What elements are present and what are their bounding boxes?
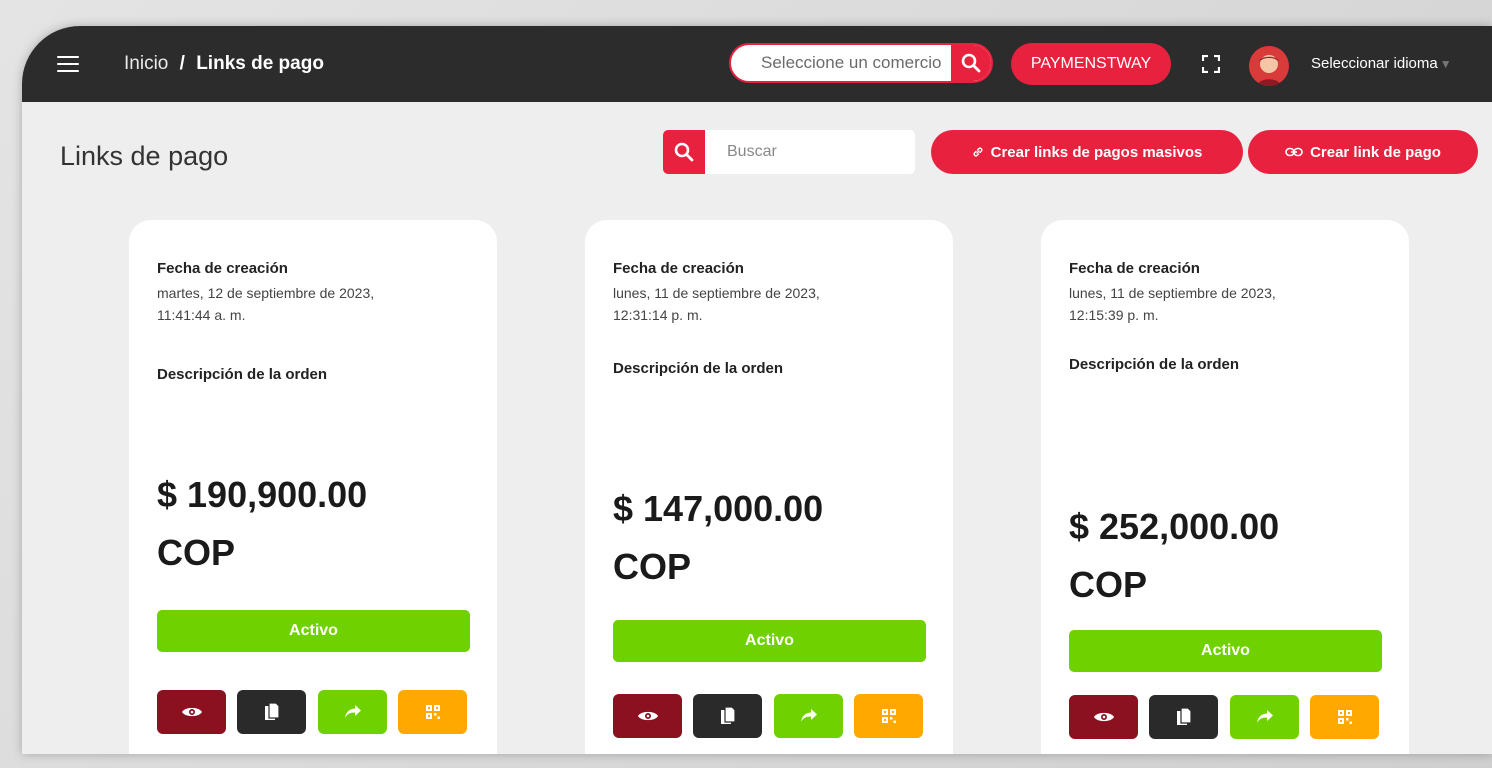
search-button[interactable]	[663, 130, 705, 174]
order-description-label: Descripción de la orden	[157, 366, 328, 383]
order-description-label: Descripción de la orden	[613, 360, 784, 377]
search-icon	[674, 142, 694, 162]
copy-button[interactable]	[1149, 695, 1218, 739]
creation-date-line2: 12:31:14 p. m.	[613, 307, 703, 323]
creation-date-line1: martes, 12 de septiembre de 2023,	[157, 285, 375, 301]
link-icon	[1285, 147, 1303, 157]
language-label: Seleccionar idioma	[1311, 55, 1438, 72]
eye-icon	[1093, 712, 1114, 722]
page-title: Links de pago	[60, 141, 229, 171]
eye-icon	[637, 711, 658, 721]
payment-amount: $ 147,000.00	[613, 488, 824, 529]
payment-amount: $ 190,900.00	[157, 474, 368, 515]
qr-code-icon	[881, 709, 896, 723]
create-link-label: Crear link de pago	[1310, 143, 1441, 161]
qr-code-button[interactable]	[854, 694, 923, 738]
copy-icon	[264, 702, 280, 720]
avatar[interactable]	[1249, 46, 1289, 86]
qr-code-icon	[425, 705, 440, 719]
share-icon	[1256, 710, 1273, 723]
top-navbar: Inicio / Links de pago PAYMENSTWAY Selec…	[22, 26, 1492, 102]
share-button[interactable]	[1230, 695, 1299, 739]
search-box	[663, 130, 915, 174]
status-badge: Activo	[157, 610, 470, 652]
creation-date-line1: lunes, 11 de septiembre de 2023,	[613, 285, 820, 301]
qr-code-icon	[1337, 710, 1352, 724]
merchant-button[interactable]: PAYMENSTWAY	[1011, 43, 1171, 85]
merchant-selector	[729, 43, 993, 83]
qr-code-button[interactable]	[398, 690, 467, 734]
app-window: Inicio / Links de pago PAYMENSTWAY Selec…	[22, 26, 1492, 754]
share-icon	[800, 709, 817, 722]
status-badge: Activo	[613, 620, 926, 662]
copy-button[interactable]	[693, 694, 762, 738]
chevron-down-icon: ▼	[1439, 57, 1452, 71]
creation-date-line1: lunes, 11 de septiembre de 2023,	[1069, 285, 1276, 301]
share-icon	[344, 705, 361, 718]
creation-date-label: Fecha de creación	[613, 260, 744, 277]
menu-icon[interactable]	[57, 56, 79, 74]
avatar-icon	[1249, 46, 1289, 86]
payment-currency: COP	[1069, 564, 1148, 605]
copy-button[interactable]	[237, 690, 306, 734]
payment-amount: $ 252,000.00	[1069, 506, 1280, 547]
payment-currency: COP	[613, 546, 692, 587]
create-mass-links-button[interactable]: Crear links de pagos masivos	[931, 130, 1243, 174]
payment-currency: COP	[157, 532, 236, 573]
share-button[interactable]	[318, 690, 387, 734]
share-button[interactable]	[774, 694, 843, 738]
view-button[interactable]	[613, 694, 682, 738]
qr-code-button[interactable]	[1310, 695, 1379, 739]
language-selector[interactable]: Seleccionar idioma ▼	[1311, 55, 1452, 72]
eye-icon	[181, 707, 202, 717]
create-link-button[interactable]: Crear link de pago	[1248, 130, 1478, 174]
view-button[interactable]	[157, 690, 226, 734]
view-button[interactable]	[1069, 695, 1138, 739]
search-input[interactable]	[705, 130, 915, 174]
payment-link-card: Fecha de creación martes, 12 de septiemb…	[129, 220, 497, 754]
copy-icon	[1176, 707, 1192, 725]
breadcrumb-current: Links de pago	[196, 53, 324, 74]
merchant-input[interactable]	[731, 45, 951, 81]
merchant-search-button[interactable]	[951, 45, 991, 81]
payment-link-card: Fecha de creación lunes, 11 de septiembr…	[585, 220, 953, 754]
link-icon	[973, 147, 983, 157]
creation-date-line2: 11:41:44 a. m.	[157, 307, 246, 323]
creation-date-label: Fecha de creación	[1069, 260, 1200, 277]
search-icon	[961, 53, 981, 73]
breadcrumb-home[interactable]: Inicio	[124, 53, 168, 74]
status-badge: Activo	[1069, 630, 1382, 672]
expand-icon[interactable]	[1202, 55, 1220, 73]
breadcrumb: Inicio / Links de pago	[124, 53, 324, 75]
creation-date-line2: 12:15:39 p. m.	[1069, 307, 1159, 323]
breadcrumb-separator: /	[179, 53, 185, 74]
creation-date-label: Fecha de creación	[157, 260, 288, 277]
order-description-label: Descripción de la orden	[1069, 356, 1240, 373]
payment-link-card: Fecha de creación lunes, 11 de septiembr…	[1041, 220, 1409, 754]
create-mass-links-label: Crear links de pagos masivos	[990, 143, 1203, 161]
copy-icon	[720, 706, 736, 724]
